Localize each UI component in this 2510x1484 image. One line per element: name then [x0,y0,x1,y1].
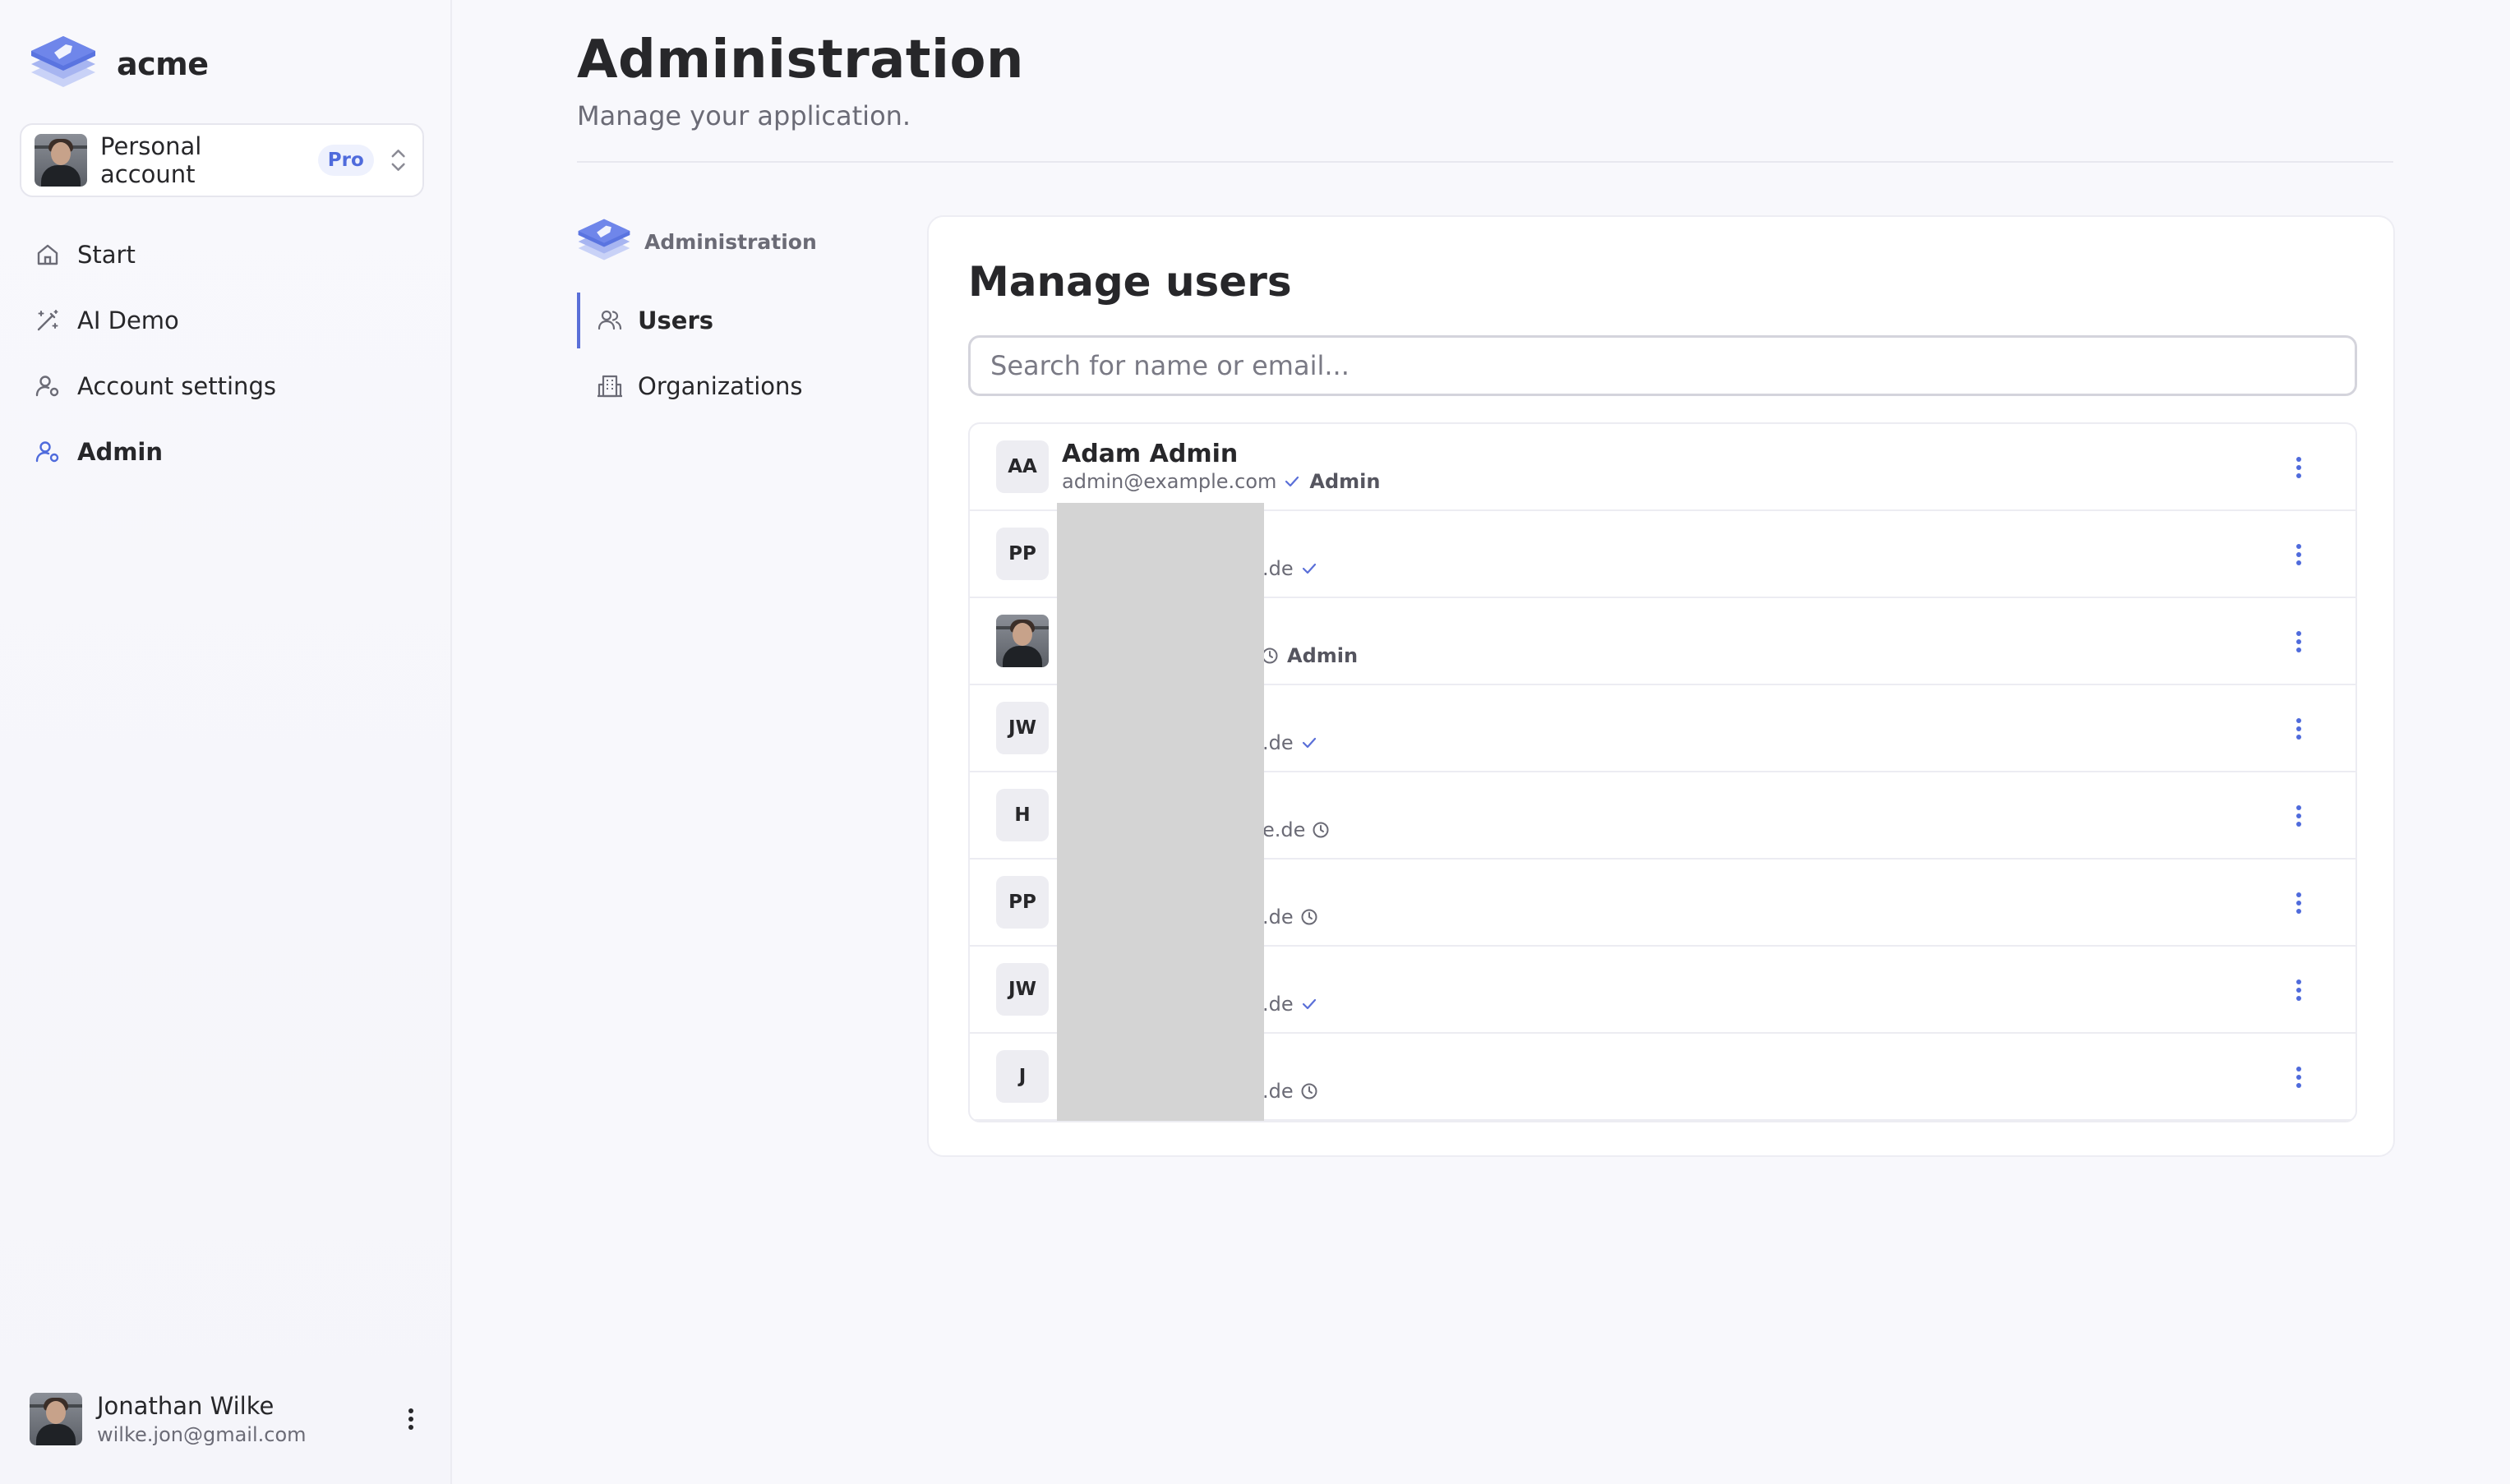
search-input[interactable] [968,335,2357,396]
user-initials-avatar: PP [996,528,1049,580]
user-email-suffix: .de [1262,731,1294,754]
user-initials-avatar: AA [996,440,1049,493]
app-window: acme Personal account Pro Start AI Demo … [0,0,2510,1484]
user-meta: .de [1262,731,1318,754]
page-title: Administration [577,30,1024,90]
user-initials-avatar: PP [996,876,1049,929]
nav-item-label: AI Demo [77,306,179,334]
nav-item-account-settings[interactable]: Account settings [20,353,431,419]
more-vertical-icon[interactable] [2286,625,2311,658]
user-shield-icon [35,441,59,463]
role-badge: Admin [1287,644,1359,667]
user-email-suffix: .de [1262,1080,1294,1103]
user-email-suffix: .de [1262,993,1294,1016]
clock-icon [1301,1083,1317,1099]
divider [577,161,2393,163]
subnav-item-label: Users [638,306,714,334]
account-avatar [35,134,87,187]
nav-item-label: Start [77,241,136,269]
brand[interactable]: acme [30,33,209,95]
user-cog-icon [35,376,59,397]
clock-icon [1301,909,1317,925]
more-vertical-icon[interactable] [2286,1061,2311,1094]
users-icon [598,310,622,330]
more-vertical-icon[interactable] [2286,451,2311,484]
acme-logo-icon [578,219,630,260]
chevron-up-down-icon [391,150,405,171]
user-email: wilke.jon@gmail.com [97,1423,307,1446]
main-content: Administration Manage your application. … [452,0,2510,1484]
card-title: Manage users [968,258,1292,306]
user-meta: admin@example.com Admin [1062,470,1380,493]
nav-item-ai-demo[interactable]: AI Demo [20,288,431,353]
user-meta: .de [1262,1080,1318,1103]
brand-name: acme [117,46,209,82]
account-label: Personal account [100,132,202,188]
user-avatar [30,1393,82,1445]
user-photo-avatar [996,615,1049,667]
plan-badge: Pro [317,145,374,176]
user-list: AA Adam Admin admin@example.com Admin PP [968,422,2357,1122]
building-icon [598,375,622,398]
check-icon [1302,737,1316,749]
nav-item-start[interactable]: Start [20,222,431,288]
user-initials-avatar: JW [996,963,1049,1016]
current-user[interactable]: Jonathan Wilke wilke.jon@gmail.com [30,1392,424,1446]
home-icon [37,244,58,265]
nav-item-label: Admin [77,438,164,466]
user-email-suffix: .de [1262,906,1294,929]
user-email-suffix: .de [1262,557,1294,580]
user-meta: .de [1262,557,1318,580]
check-icon [1285,476,1299,487]
nav-item-admin[interactable]: Admin [20,419,431,485]
subnav-header: Administration [577,215,873,268]
subnav-item-label: Organizations [638,372,803,400]
more-vertical-icon[interactable] [2286,887,2311,919]
account-switcher[interactable]: Personal account Pro [20,123,424,197]
user-meta: e.de [1262,818,1330,841]
user-initials-avatar: JW [996,702,1049,754]
nav-item-label: Account settings [77,372,276,400]
user-info: Adam Admin admin@example.com Admin [1062,440,1380,494]
user-meta: Admin [1261,644,1358,667]
user-name: Adam Admin [1062,440,1239,468]
more-vertical-icon[interactable] [398,1403,424,1436]
user-name: Jonathan Wilke [97,1392,275,1420]
user-meta: .de [1262,906,1318,929]
manage-users-card: Manage users AA Adam Admin admin@example… [927,215,2395,1157]
check-icon [1302,563,1316,574]
more-vertical-icon[interactable] [2286,974,2311,1007]
user-initials-avatar: H [996,789,1049,841]
user-email: admin@example.com [1062,470,1277,493]
page-subtitle: Manage your application. [577,100,911,131]
clock-icon [1313,822,1329,838]
role-badge: Admin [1309,470,1381,493]
admin-subnav: Administration Users Organizations [577,215,873,424]
subnav-header-label: Administration [644,229,817,254]
user-meta: .de [1262,993,1318,1016]
user-initials-avatar: J [996,1050,1049,1103]
user-email-suffix: e.de [1262,818,1306,841]
check-icon [1302,998,1316,1010]
acme-logo-icon [31,36,95,87]
redaction-overlay [1057,503,1264,1121]
more-vertical-icon[interactable] [2286,800,2311,832]
table-row: AA Adam Admin admin@example.com Admin [970,424,2355,511]
more-vertical-icon[interactable] [2286,538,2311,571]
main-nav: Start AI Demo Account settings Admin [20,222,431,485]
subnav-item-users[interactable]: Users [577,293,873,348]
user-details: Jonathan Wilke wilke.jon@gmail.com [97,1392,307,1446]
subnav-item-organizations[interactable]: Organizations [577,358,873,414]
more-vertical-icon[interactable] [2286,712,2311,745]
sidebar: acme Personal account Pro Start AI Demo … [0,0,452,1484]
magic-wand-icon [37,310,58,331]
